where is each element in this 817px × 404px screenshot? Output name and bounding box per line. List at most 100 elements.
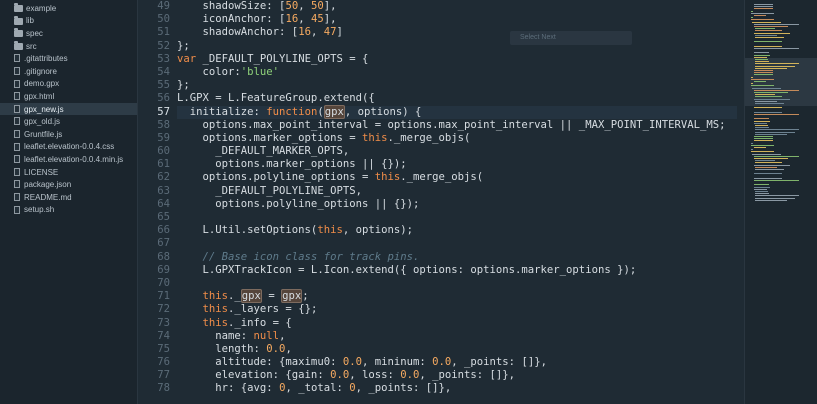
- tree-item-file[interactable]: demo.gpx: [0, 78, 137, 91]
- minimap-line: [753, 81, 766, 82]
- minimap-line: [755, 65, 795, 67]
- line-number: 69: [157, 263, 170, 276]
- folder-icon: [14, 3, 23, 12]
- minimap-line: [755, 166, 777, 168]
- minimap-line: [751, 144, 774, 146]
- minimap-line: [751, 85, 775, 87]
- tree-item-label: LICENSE: [24, 167, 59, 177]
- tree-item-label: leaflet.elevation-0.0.4.min.js: [24, 154, 124, 164]
- line-number: 53: [157, 52, 170, 65]
- code-line[interactable]: this._info = {: [177, 317, 737, 330]
- minimap-line: [755, 125, 768, 126]
- code-area[interactable]: shadowSize: [50, 50], iconAnchor: [16, 4…: [177, 0, 737, 404]
- minimap-line: [753, 98, 790, 100]
- tree-item-file[interactable]: leaflet.elevation-0.0.4.min.js: [0, 153, 137, 166]
- tree-item-folder[interactable]: src: [0, 40, 137, 53]
- folder-icon: [14, 40, 23, 50]
- minimap-line: [755, 160, 776, 162]
- code-line[interactable]: length: 0.0,: [177, 343, 737, 356]
- minimap-line: [753, 32, 790, 34]
- code-line[interactable]: altitude: {maximu0: 0.0, mininum: 0.0, _…: [177, 356, 737, 369]
- editor-window: example lib spec src .gitattributes .gitignor…: [0, 0, 817, 404]
- minimap-line: [753, 180, 799, 181]
- minimap-line: [752, 87, 781, 89]
- code-editor[interactable]: 49 50 51 52 53 54 55 56 57 58 59 60 61 62 63 64 65 66 67 68…: [138, 0, 741, 404]
- code-line[interactable]: [177, 211, 737, 224]
- code-line[interactable]: L.GPXTrackIcon = L.Icon.extend({ options…: [177, 264, 737, 277]
- code-line[interactable]: _DEFAULT_POLYLINE_OPTS,: [177, 185, 737, 198]
- minimap-line: [755, 103, 784, 104]
- tree-item-label: gpx_new.js: [24, 104, 64, 114]
- minimap-line: [753, 74, 774, 76]
- tree-item-folder[interactable]: lib: [0, 15, 137, 28]
- tree-item-file[interactable]: .gitattributes: [0, 52, 137, 65]
- line-number: 66: [157, 224, 170, 237]
- minimap-line: [753, 92, 789, 93]
- code-line[interactable]: options.marker_options || {});: [177, 158, 737, 171]
- tree-item-file[interactable]: setup.sh: [0, 204, 137, 217]
- line-number: 78: [157, 382, 170, 395]
- code-line[interactable]: [177, 277, 737, 290]
- code-line[interactable]: options.max_point_interval = options.max…: [177, 119, 737, 132]
- code-line[interactable]: // Base icon class for track pins.: [177, 251, 737, 264]
- minimap-line: [753, 186, 771, 188]
- code-line[interactable]: this._layers = {};: [177, 303, 737, 316]
- minimap-line: [753, 177, 783, 179]
- code-line[interactable]: hr: {avg: 0, _total: 0, _points: []},: [177, 382, 737, 395]
- minimap-line: [753, 4, 773, 5]
- code-line[interactable]: options.marker_options = this._merge_obj…: [177, 132, 737, 145]
- line-number: 75: [157, 342, 170, 355]
- tree-item-file[interactable]: gpx_new.js: [0, 102, 137, 116]
- code-line[interactable]: options.polyline_options = this._merge_o…: [177, 171, 737, 184]
- code-line[interactable]: color:'blue': [177, 66, 737, 79]
- minimap[interactable]: [744, 0, 817, 404]
- tree-item-label: example: [26, 3, 57, 13]
- tree-item-file[interactable]: package.json: [0, 178, 137, 191]
- line-number: 55: [157, 79, 170, 92]
- file-icon: [14, 104, 20, 113]
- code-line[interactable]: initialize: function(gpx, options) {: [177, 104, 737, 119]
- file-icon: [14, 129, 20, 138]
- code-line[interactable]: var _DEFAULT_POLYLINE_OPTS = {: [177, 53, 737, 66]
- code-line[interactable]: shadowAnchor: [16, 47]: [177, 26, 737, 39]
- tree-item-file[interactable]: LICENSE: [0, 166, 137, 179]
- tree-item-label: .gitignore: [24, 66, 57, 76]
- minimap-line: [751, 12, 774, 14]
- minimap-line: [753, 122, 768, 124]
- minimap-line: [752, 153, 781, 155]
- minimap-line: [753, 26, 789, 27]
- minimap-line: [755, 195, 799, 197]
- tree-item-file[interactable]: README.md: [0, 191, 137, 204]
- code-line[interactable]: };: [177, 79, 737, 92]
- tree-item-folder[interactable]: spec: [0, 27, 137, 40]
- code-line[interactable]: this._gpx = gpx;: [177, 289, 737, 304]
- code-line[interactable]: };: [177, 40, 737, 53]
- tree-item-file[interactable]: .gitignore: [0, 65, 137, 78]
- code-line[interactable]: iconAnchor: [16, 45],: [177, 13, 737, 26]
- tree-item-file[interactable]: leaflet.elevation-0.0.4.css: [0, 141, 137, 154]
- select-next-hint: Select Next: [510, 31, 632, 45]
- code-line[interactable]: elevation: {gain: 0.0, loss: 0.0, _point…: [177, 369, 737, 382]
- tree-item-file[interactable]: gpx.html: [0, 90, 137, 103]
- folder-icon: [14, 28, 23, 38]
- minimap-line: [753, 138, 773, 140]
- code-line[interactable]: _DEFAULT_MARKER_OPTS,: [177, 145, 737, 158]
- minimap-line: [755, 30, 783, 32]
- minimap-line: [755, 197, 795, 199]
- code-line[interactable]: options.polyline_options || {});: [177, 198, 737, 211]
- tree-item-folder[interactable]: example: [0, 2, 137, 15]
- code-line[interactable]: name: null,: [177, 330, 737, 343]
- minimap-line: [755, 34, 777, 36]
- minimap-line: [755, 169, 784, 170]
- tree-item-file[interactable]: gpx_old.js: [0, 115, 137, 128]
- code-line[interactable]: L.GPX = L.FeatureGroup.extend({: [177, 92, 737, 105]
- tree-item-label: gpx.html: [24, 91, 55, 101]
- line-number: 77: [157, 369, 170, 382]
- tree-item-label: demo.gpx: [24, 79, 60, 89]
- code-line[interactable]: [177, 237, 737, 250]
- code-line[interactable]: L.Util.setOptions(this, options);: [177, 224, 737, 237]
- minimap-line: [753, 23, 799, 25]
- minimap-line: [755, 131, 795, 133]
- code-line[interactable]: shadowSize: [50, 50],: [177, 0, 737, 13]
- tree-item-file[interactable]: Gruntfile.js: [0, 128, 137, 141]
